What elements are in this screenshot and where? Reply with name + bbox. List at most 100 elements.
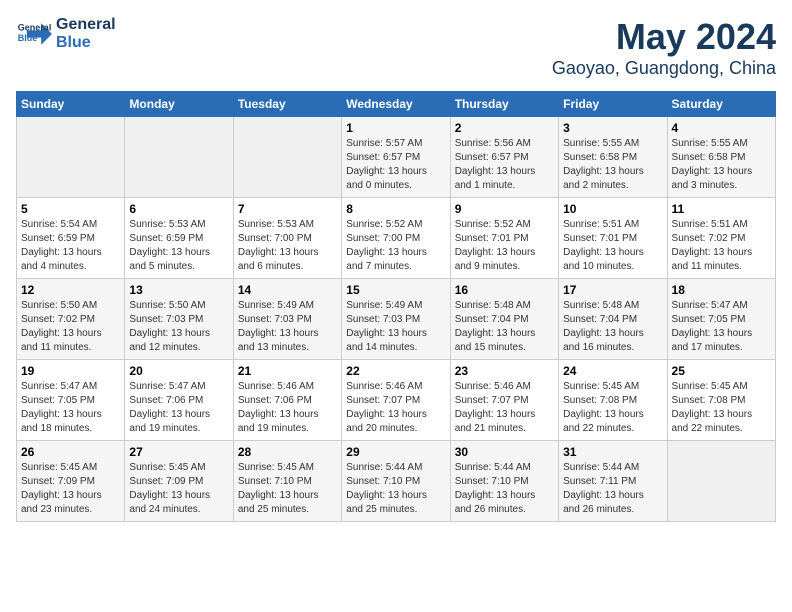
day-header-friday: Friday	[559, 92, 667, 117]
day-info: Sunrise: 5:47 AMSunset: 7:05 PMDaylight:…	[672, 299, 771, 355]
day-number: 1	[346, 121, 445, 135]
day-number: 25	[672, 364, 771, 378]
day-info: Sunrise: 5:50 AMSunset: 7:03 PMDaylight:…	[129, 299, 228, 355]
calendar-cell: 10 Sunrise: 5:51 AMSunset: 7:01 PMDayligh…	[559, 198, 667, 279]
calendar-cell: 6 Sunrise: 5:53 AMSunset: 6:59 PMDaylight…	[125, 198, 233, 279]
calendar-week-3: 12Sunrise: 5:50 AMSunset: 7:02 PMDayligh…	[17, 279, 776, 360]
location-title: Gaoyao, Guangdong, China	[552, 58, 776, 79]
calendar-cell: 23 Sunrise: 5:46 AMSunset: 7:07 PMDayligh…	[450, 360, 558, 441]
calendar-cell: 25Sunrise: 5:45 AMSunset: 7:08 PMDayligh…	[667, 360, 775, 441]
day-info: Sunrise: 5:53 AMSunset: 6:59 PMDaylight:…	[129, 218, 228, 274]
logo: General Blue General Blue	[16, 16, 116, 52]
calendar-cell: 12Sunrise: 5:50 AMSunset: 7:02 PMDayligh…	[17, 279, 125, 360]
day-number: 9	[455, 202, 554, 216]
calendar-cell: 30 Sunrise: 5:44 AMSunset: 7:10 PMDayligh…	[450, 441, 558, 522]
calendar-header-row: SundayMondayTuesdayWednesdayThursdayFrid…	[17, 92, 776, 117]
calendar-week-2: 5 Sunrise: 5:54 AMSunset: 6:59 PMDaylight…	[17, 198, 776, 279]
day-number: 23	[455, 364, 554, 378]
day-number: 28	[238, 445, 337, 459]
day-number: 13	[129, 283, 228, 297]
day-info: Sunrise: 5:44 AMSunset: 7:10 PMDaylight:…	[455, 461, 554, 517]
day-number: 10	[563, 202, 662, 216]
day-info: Sunrise: 5:55 AMSunset: 6:58 PMDaylight:…	[563, 137, 662, 193]
month-title: May 2024	[552, 16, 776, 58]
day-number: 14	[238, 283, 337, 297]
calendar-cell: 16 Sunrise: 5:48 AMSunset: 7:04 PMDayligh…	[450, 279, 558, 360]
calendar-week-1: 1 Sunrise: 5:57 AMSunset: 6:57 PMDaylight…	[17, 117, 776, 198]
calendar-cell: 21Sunrise: 5:46 AMSunset: 7:06 PMDayligh…	[233, 360, 341, 441]
day-number: 22	[346, 364, 445, 378]
day-number: 24	[563, 364, 662, 378]
day-number: 6	[129, 202, 228, 216]
day-info: Sunrise: 5:52 AMSunset: 7:01 PMDaylight:…	[455, 218, 554, 274]
day-info: Sunrise: 5:51 AMSunset: 7:01 PMDaylight:…	[563, 218, 662, 274]
calendar-cell: 4 Sunrise: 5:55 AMSunset: 6:58 PMDaylight…	[667, 117, 775, 198]
day-info: Sunrise: 5:49 AMSunset: 7:03 PMDaylight:…	[346, 299, 445, 355]
calendar-cell: 22Sunrise: 5:46 AMSunset: 7:07 PMDayligh…	[342, 360, 450, 441]
calendar-cell: 28Sunrise: 5:45 AMSunset: 7:10 PMDayligh…	[233, 441, 341, 522]
day-info: Sunrise: 5:57 AMSunset: 6:57 PMDaylight:…	[346, 137, 445, 193]
svg-text:General: General	[18, 22, 52, 32]
day-number: 5	[21, 202, 120, 216]
calendar-cell	[17, 117, 125, 198]
title-area: May 2024 Gaoyao, Guangdong, China	[552, 16, 776, 79]
day-header-wednesday: Wednesday	[342, 92, 450, 117]
day-number: 4	[672, 121, 771, 135]
day-number: 19	[21, 364, 120, 378]
calendar-table: SundayMondayTuesdayWednesdayThursdayFrid…	[16, 91, 776, 522]
day-number: 20	[129, 364, 228, 378]
day-header-monday: Monday	[125, 92, 233, 117]
calendar-cell	[233, 117, 341, 198]
calendar-cell: 14Sunrise: 5:49 AMSunset: 7:03 PMDayligh…	[233, 279, 341, 360]
day-number: 11	[672, 202, 771, 216]
calendar-cell: 24 Sunrise: 5:45 AMSunset: 7:08 PMDayligh…	[559, 360, 667, 441]
logo-icon: General Blue	[16, 16, 52, 52]
day-info: Sunrise: 5:54 AMSunset: 6:59 PMDaylight:…	[21, 218, 120, 274]
calendar-cell: 2 Sunrise: 5:56 AMSunset: 6:57 PMDaylight…	[450, 117, 558, 198]
day-number: 17	[563, 283, 662, 297]
day-number: 7	[238, 202, 337, 216]
calendar-cell: 11Sunrise: 5:51 AMSunset: 7:02 PMDayligh…	[667, 198, 775, 279]
day-header-saturday: Saturday	[667, 92, 775, 117]
day-number: 27	[129, 445, 228, 459]
day-number: 18	[672, 283, 771, 297]
day-info: Sunrise: 5:50 AMSunset: 7:02 PMDaylight:…	[21, 299, 120, 355]
day-number: 16	[455, 283, 554, 297]
day-info: Sunrise: 5:45 AMSunset: 7:09 PMDaylight:…	[129, 461, 228, 517]
calendar-week-5: 26 Sunrise: 5:45 AMSunset: 7:09 PMDayligh…	[17, 441, 776, 522]
day-number: 2	[455, 121, 554, 135]
day-info: Sunrise: 5:44 AMSunset: 7:10 PMDaylight:…	[346, 461, 445, 517]
calendar-body: 1 Sunrise: 5:57 AMSunset: 6:57 PMDaylight…	[17, 117, 776, 522]
logo-line2: Blue	[56, 34, 116, 52]
calendar-cell: 13 Sunrise: 5:50 AMSunset: 7:03 PMDayligh…	[125, 279, 233, 360]
day-number: 30	[455, 445, 554, 459]
calendar-week-4: 19 Sunrise: 5:47 AMSunset: 7:05 PMDayligh…	[17, 360, 776, 441]
day-info: Sunrise: 5:56 AMSunset: 6:57 PMDaylight:…	[455, 137, 554, 193]
svg-text:Blue: Blue	[18, 33, 38, 43]
day-number: 26	[21, 445, 120, 459]
day-info: Sunrise: 5:47 AMSunset: 7:06 PMDaylight:…	[129, 380, 228, 436]
day-info: Sunrise: 5:48 AMSunset: 7:04 PMDaylight:…	[563, 299, 662, 355]
calendar-cell: 29Sunrise: 5:44 AMSunset: 7:10 PMDayligh…	[342, 441, 450, 522]
day-info: Sunrise: 5:46 AMSunset: 7:07 PMDaylight:…	[455, 380, 554, 436]
day-header-sunday: Sunday	[17, 92, 125, 117]
day-info: Sunrise: 5:44 AMSunset: 7:11 PMDaylight:…	[563, 461, 662, 517]
day-number: 21	[238, 364, 337, 378]
calendar-cell: 3Sunrise: 5:55 AMSunset: 6:58 PMDaylight…	[559, 117, 667, 198]
calendar-cell: 17 Sunrise: 5:48 AMSunset: 7:04 PMDayligh…	[559, 279, 667, 360]
calendar-cell: 8Sunrise: 5:52 AMSunset: 7:00 PMDaylight…	[342, 198, 450, 279]
day-info: Sunrise: 5:55 AMSunset: 6:58 PMDaylight:…	[672, 137, 771, 193]
day-info: Sunrise: 5:45 AMSunset: 7:09 PMDaylight:…	[21, 461, 120, 517]
calendar-cell	[125, 117, 233, 198]
day-header-tuesday: Tuesday	[233, 92, 341, 117]
day-info: Sunrise: 5:45 AMSunset: 7:08 PMDaylight:…	[563, 380, 662, 436]
calendar-cell: 9 Sunrise: 5:52 AMSunset: 7:01 PMDaylight…	[450, 198, 558, 279]
calendar-cell: 26 Sunrise: 5:45 AMSunset: 7:09 PMDayligh…	[17, 441, 125, 522]
calendar-cell	[667, 441, 775, 522]
calendar-cell: 15Sunrise: 5:49 AMSunset: 7:03 PMDayligh…	[342, 279, 450, 360]
logo-line1: General	[56, 16, 116, 34]
calendar-cell: 18 Sunrise: 5:47 AMSunset: 7:05 PMDayligh…	[667, 279, 775, 360]
day-info: Sunrise: 5:48 AMSunset: 7:04 PMDaylight:…	[455, 299, 554, 355]
day-info: Sunrise: 5:47 AMSunset: 7:05 PMDaylight:…	[21, 380, 120, 436]
day-number: 31	[563, 445, 662, 459]
